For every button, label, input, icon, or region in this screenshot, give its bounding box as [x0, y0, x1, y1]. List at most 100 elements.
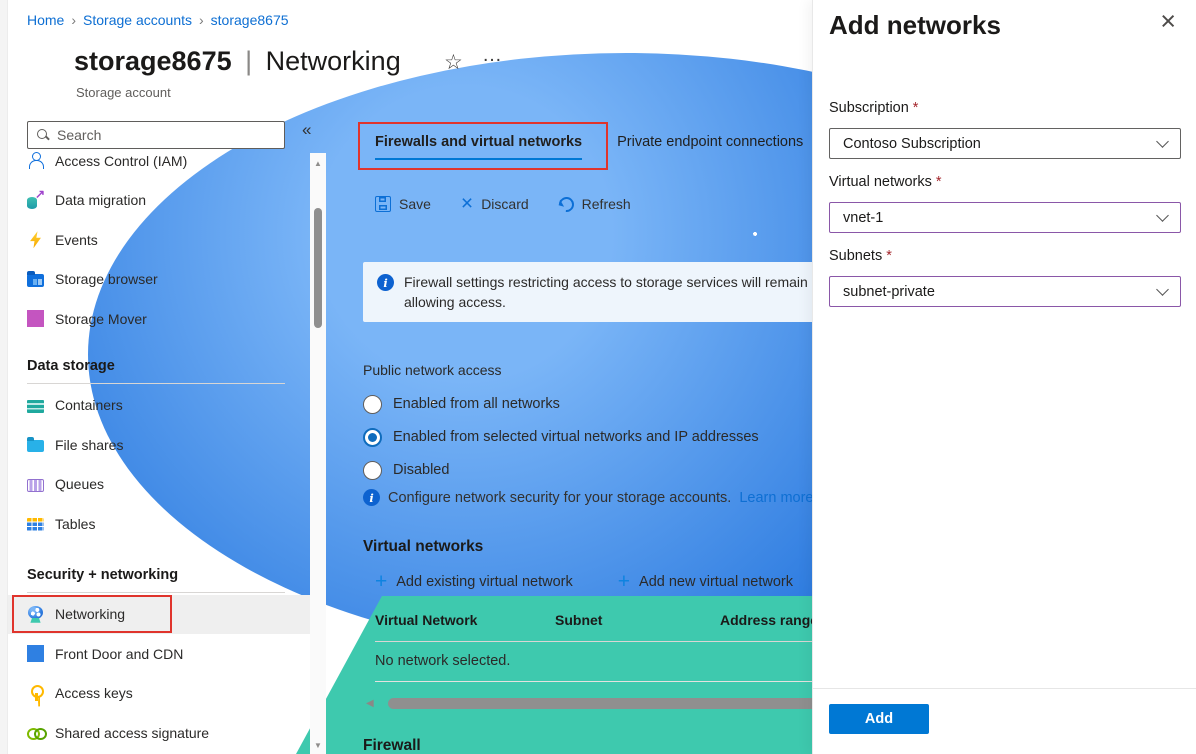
sidebar-item-label: Data migration [55, 192, 146, 208]
breadcrumb-separator-icon: › [199, 12, 204, 28]
storage-mover-icon [27, 310, 44, 327]
virtual-networks-actions: + Add existing virtual network + Add new… [375, 574, 793, 590]
add-button[interactable]: Add [829, 704, 929, 734]
sidebar-item-networking[interactable]: Networking [8, 595, 312, 635]
field-label-text: Virtual networks [829, 174, 932, 190]
plus-icon: + [618, 574, 630, 590]
required-asterisk: * [886, 248, 892, 264]
networking-icon [27, 606, 44, 623]
sidebar-item-label: Front Door and CDN [55, 646, 183, 662]
sidebar-item-label: Events [55, 232, 98, 248]
scroll-left-icon[interactable]: ◀ [366, 698, 374, 709]
events-icon [27, 231, 44, 248]
containers-icon [27, 400, 44, 413]
tab-label: Private endpoint connections [617, 134, 803, 150]
breadcrumb-link-storage8675[interactable]: storage8675 [211, 12, 289, 28]
public-network-access-group: Public network access Enabled from all n… [363, 362, 759, 481]
breadcrumb-link-home[interactable]: Home [27, 12, 64, 28]
discard-icon: × [461, 197, 473, 211]
chevron-down-icon [1156, 135, 1169, 148]
left-gutter [0, 0, 8, 754]
sidebar-item-data-migration[interactable]: Data migration [8, 181, 312, 221]
sidebar-section-data-storage: Data storage Containers File shares Queu… [8, 355, 312, 544]
sidebar-item-label: Queues [55, 476, 104, 492]
collapse-sidebar-button[interactable]: « [302, 120, 311, 140]
radio-enabled-selected-networks[interactable]: Enabled from selected virtual networks a… [363, 426, 759, 448]
virtual-networks-dropdown[interactable]: vnet-1 [829, 202, 1181, 233]
scroll-up-icon[interactable]: ▲ [310, 159, 326, 168]
queues-icon [27, 479, 44, 492]
section-header: Security + networking [8, 564, 312, 586]
sidebar-item-containers[interactable]: Containers [8, 386, 312, 426]
subnets-dropdown[interactable]: subnet-private [829, 276, 1181, 307]
public-network-access-label: Public network access [363, 362, 759, 382]
section-divider [27, 592, 285, 593]
breadcrumb-link-storage-accounts[interactable]: Storage accounts [83, 12, 192, 28]
sidebar-item-tables[interactable]: Tables [8, 504, 312, 544]
sidebar-item-label: File shares [55, 437, 123, 453]
sidebar-item-file-shares[interactable]: File shares [8, 425, 312, 465]
required-asterisk: * [936, 174, 942, 190]
radio-button-selected-icon[interactable] [363, 428, 382, 447]
panel-title: Add networks [829, 10, 1001, 41]
page-title: storage8675 | Networking [74, 46, 401, 77]
dropdown-value: Contoso Subscription [843, 136, 981, 152]
tab-firewalls-and-virtual-networks[interactable]: Firewalls and virtual networks [375, 134, 582, 160]
chevron-down-icon [1156, 283, 1169, 296]
add-existing-virtual-network-button[interactable]: + Add existing virtual network [375, 574, 573, 590]
chevron-down-icon [1156, 209, 1169, 222]
learn-more-link[interactable]: Learn more [739, 490, 813, 506]
virtual-networks-field-label: Virtual networks* [829, 174, 942, 190]
sidebar-item-label: Storage browser [55, 271, 158, 287]
tab-private-endpoint-connections[interactable]: Private endpoint connections [617, 134, 803, 160]
sidebar-item-events[interactable]: Events [8, 220, 312, 260]
radio-button-icon[interactable] [363, 461, 382, 480]
plus-icon: + [375, 574, 387, 590]
sidebar-item-label: Containers [55, 397, 123, 413]
virtual-networks-heading: Virtual networks [363, 538, 483, 556]
tab-label: Firewalls and virtual networks [375, 134, 582, 150]
sidebar-scrollbar[interactable]: ▲ ▼ [310, 153, 326, 754]
save-button[interactable]: Save [375, 196, 431, 212]
field-label-text: Subscription [829, 100, 909, 116]
info-icon: i [363, 489, 380, 506]
shared-access-signature-icon [27, 724, 44, 741]
subscription-dropdown[interactable]: Contoso Subscription [829, 128, 1181, 159]
save-label: Save [399, 196, 431, 212]
column-header-virtual-network: Virtual Network [375, 612, 555, 628]
radio-label: Enabled from all networks [393, 396, 560, 412]
sidebar-item-label: Networking [55, 606, 125, 622]
active-tab-underline [375, 158, 582, 161]
sidebar-item-front-door-cdn[interactable]: Front Door and CDN [8, 634, 312, 674]
data-migration-icon [27, 192, 44, 209]
add-networks-panel: Add networks × Subscription * Contoso Sub… [812, 0, 1196, 754]
iam-icon [27, 152, 44, 169]
radio-disabled[interactable]: Disabled [363, 459, 759, 481]
sidebar-item-access-control-iam[interactable]: Access Control (IAM) [8, 150, 312, 181]
sidebar-item-label: Access Control (IAM) [55, 153, 187, 169]
sidebar-item-storage-mover[interactable]: Storage Mover [8, 299, 312, 339]
sidebar-scrollbar-thumb[interactable] [314, 208, 322, 328]
front-door-icon [27, 645, 44, 662]
sidebar-item-queues[interactable]: Queues [8, 465, 312, 505]
discard-button[interactable]: × Discard [461, 196, 529, 212]
sidebar-item-shared-access-signature[interactable]: Shared access signature [8, 713, 312, 753]
storage-browser-icon [27, 274, 44, 287]
sidebar-menu: Access Control (IAM) Data migration Even… [8, 150, 312, 754]
sidebar-item-access-keys[interactable]: Access keys [8, 674, 312, 714]
radio-enabled-all-networks[interactable]: Enabled from all networks [363, 393, 759, 415]
refresh-button[interactable]: Refresh [559, 196, 631, 212]
add-new-virtual-network-button[interactable]: + Add new virtual network [618, 574, 793, 590]
field-label-text: Subnets [829, 248, 882, 264]
search-input[interactable] [57, 127, 284, 143]
title-divider: | [239, 46, 258, 76]
firewall-heading: Firewall [363, 737, 421, 754]
sidebar-item-storage-browser[interactable]: Storage browser [8, 260, 312, 300]
radio-button-icon[interactable] [363, 395, 382, 414]
save-icon [375, 196, 391, 212]
close-icon[interactable]: × [1160, 8, 1176, 35]
command-bar: Save × Discard Refresh [375, 196, 631, 212]
scroll-down-icon[interactable]: ▼ [310, 741, 326, 750]
sidebar-item-label: Tables [55, 516, 95, 532]
panel-footer-divider [813, 688, 1196, 689]
